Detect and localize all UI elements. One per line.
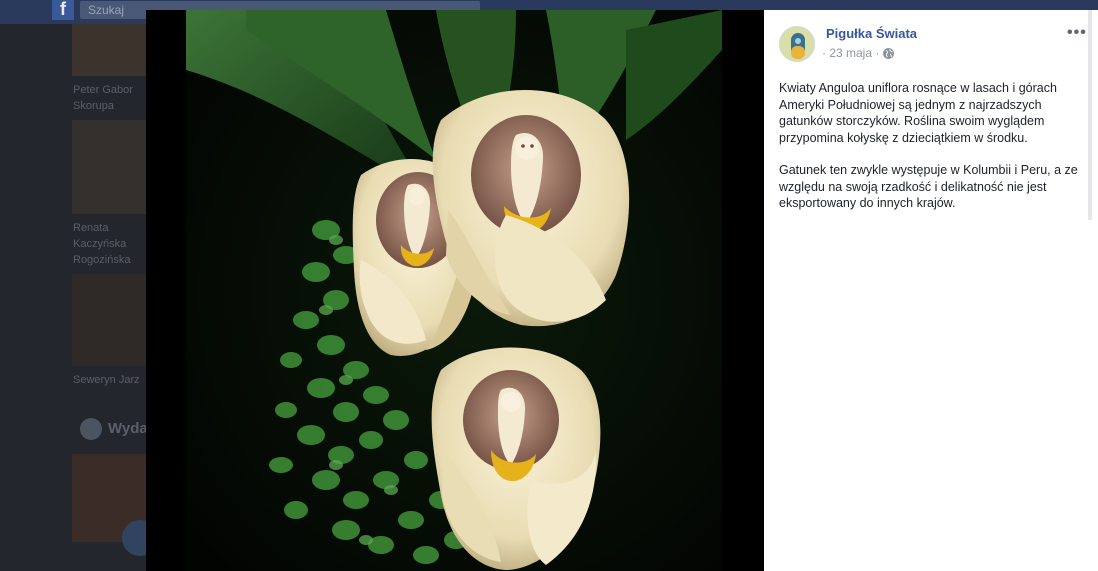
post-paragraph: Kwiaty Anguloa uniflora rosnące w lasach… bbox=[779, 81, 1057, 145]
post-photo[interactable] bbox=[186, 10, 722, 571]
post-date-link[interactable]: · 23 maja · bbox=[822, 46, 879, 60]
post-header-card: Pigułka Świata · 23 maja · ••• Kwiaty An… bbox=[764, 10, 1092, 220]
friend-thumbnail bbox=[72, 120, 146, 214]
friend-thumbnail bbox=[72, 24, 146, 76]
post-text: Kwiaty Anguloa uniflora rosnące w lasach… bbox=[779, 80, 1079, 228]
friend-name: Seweryn Jarz bbox=[73, 374, 140, 386]
pages-section-icon bbox=[80, 418, 102, 440]
post-info-panel: Pigułka Świata · 23 maja · ••• Kwiaty An… bbox=[764, 10, 1098, 571]
post-meta: · 23 maja · bbox=[822, 46, 895, 60]
post-paragraph: Gatunek ten zwykle występuje w Kolumbii … bbox=[779, 163, 1078, 210]
page-name-link[interactable]: Pigułka Świata bbox=[826, 26, 917, 41]
panel-scrollbar[interactable] bbox=[1088, 10, 1092, 220]
pages-section-label: Wyda bbox=[108, 420, 148, 437]
friend-name: Renata Kaczyńska Rogozińska bbox=[73, 222, 131, 266]
facebook-logo-icon: f bbox=[52, 0, 74, 20]
friend-thumbnail bbox=[72, 274, 146, 366]
friend-name: Peter Gabor Skorupa bbox=[73, 84, 133, 112]
photo-lightbox-stage[interactable] bbox=[146, 10, 764, 571]
orchid-photo-illustration bbox=[186, 10, 722, 571]
more-options-icon[interactable]: ••• bbox=[1067, 24, 1087, 42]
pill-logo-icon bbox=[780, 27, 814, 61]
page-avatar[interactable] bbox=[779, 26, 815, 62]
globe-icon[interactable] bbox=[883, 47, 895, 59]
